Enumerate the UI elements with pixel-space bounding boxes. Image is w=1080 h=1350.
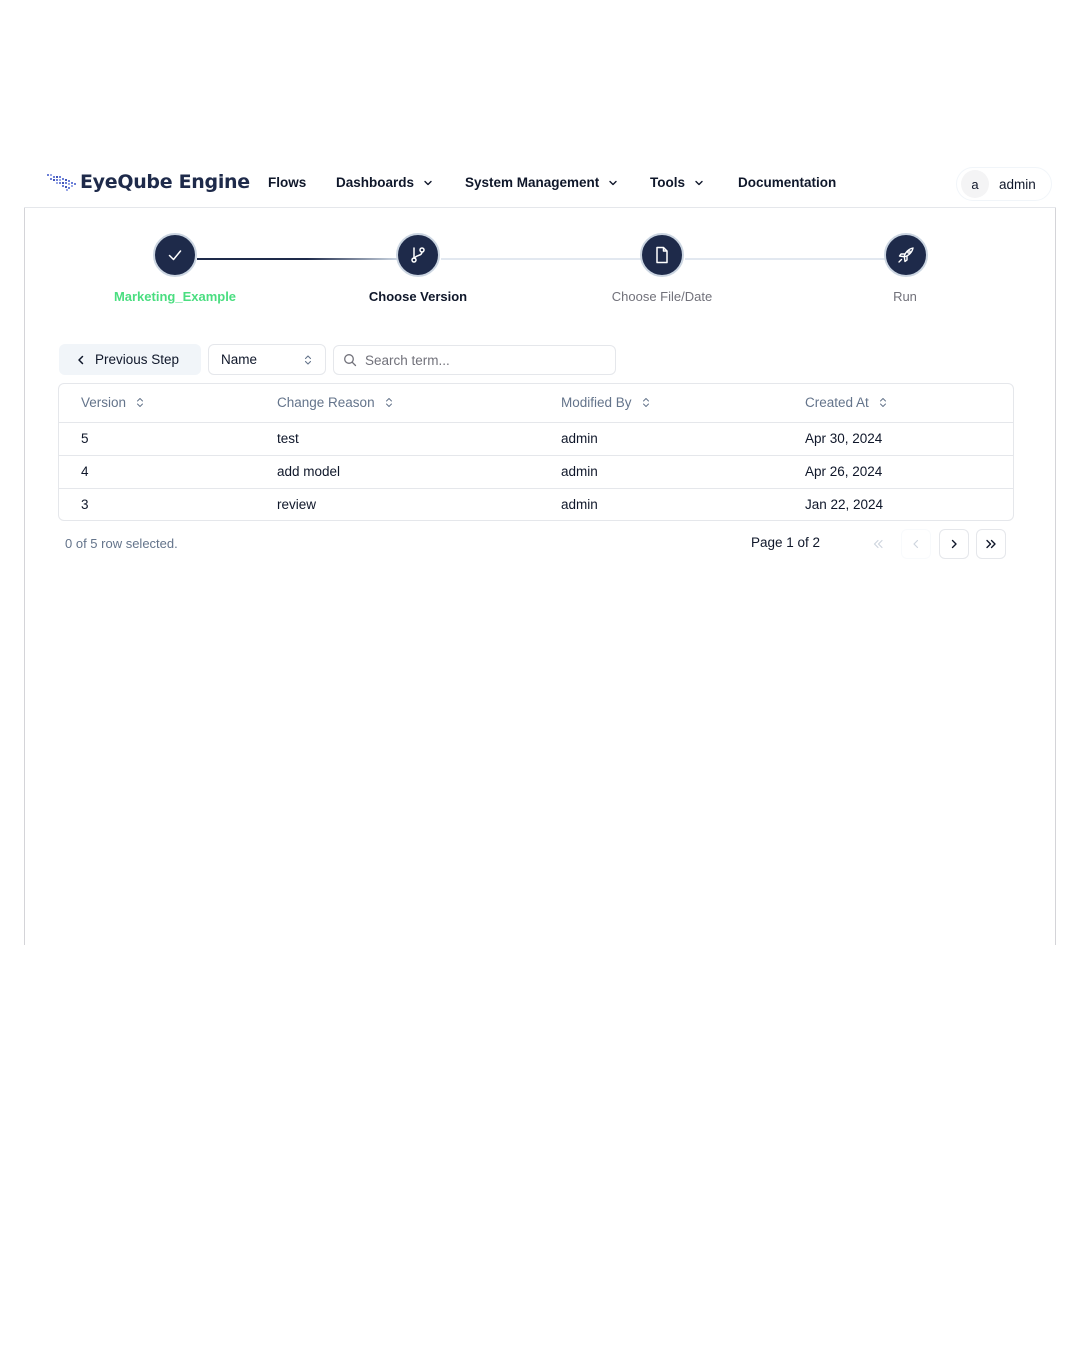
previous-step-label: Previous Step	[95, 352, 180, 367]
stepper-connector-3	[685, 258, 885, 260]
step-3-label: Choose File/Date	[611, 289, 713, 304]
cell-version: 5	[81, 431, 89, 446]
step-2-label: Choose Version	[368, 289, 468, 304]
sort-icon	[879, 398, 886, 407]
cell-created-at: Apr 30, 2024	[805, 431, 883, 446]
previous-page-button[interactable]	[901, 529, 931, 559]
search-field-select-value: Name	[221, 352, 258, 367]
column-header-label: Created At	[805, 395, 869, 410]
chevron-down-icon	[695, 180, 703, 185]
chevron-up-down-icon	[304, 355, 312, 365]
avatar: a	[961, 170, 989, 198]
previous-step-button[interactable]: Previous Step	[59, 344, 201, 375]
column-header-modified-by[interactable]: Modified By	[561, 395, 650, 410]
cell-version: 3	[81, 497, 89, 512]
stepper-connector-1	[197, 258, 397, 260]
step-4-label: Run	[893, 289, 917, 304]
step-4-circle[interactable]	[884, 233, 928, 277]
column-header-version[interactable]: Version	[81, 395, 144, 410]
brand-name: EyeQube Engine	[80, 171, 250, 193]
nav-system-management-label: System Management	[465, 175, 600, 190]
search-input[interactable]	[365, 352, 605, 368]
chevrons-right-icon	[986, 539, 996, 549]
column-header-label: Change Reason	[277, 395, 375, 410]
table-header-row: Version Change Reason Modified By Create…	[59, 384, 1013, 422]
nav-system-management[interactable]: System Management	[465, 175, 618, 190]
chevrons-left-icon	[873, 539, 883, 549]
nav-documentation[interactable]: Documentation	[738, 175, 836, 190]
chevron-down-icon	[609, 180, 617, 185]
nav-documentation-label: Documentation	[738, 175, 837, 190]
nav-tools-label: Tools	[650, 175, 685, 190]
brand-logo[interactable]: EyeQube Engine	[46, 171, 250, 193]
cell-modified-by: admin	[561, 431, 598, 446]
selection-count: 0 of 5 row selected.	[65, 536, 178, 551]
check-icon	[168, 250, 182, 261]
versions-table: Version Change Reason Modified By Create…	[58, 383, 1014, 521]
table-row[interactable]: 4 add model admin Apr 26, 2024	[59, 455, 1013, 488]
git-branch-icon	[411, 247, 425, 263]
last-page-button[interactable]	[976, 529, 1006, 559]
chevron-left-icon	[913, 539, 919, 549]
step-1-circle[interactable]	[153, 233, 197, 277]
nav-tools[interactable]: Tools	[650, 175, 704, 190]
cell-created-at: Jan 22, 2024	[805, 497, 884, 512]
cell-modified-by: admin	[561, 497, 598, 512]
chevron-left-icon	[78, 355, 84, 364]
chevron-right-icon	[951, 539, 957, 549]
column-header-label: Modified By	[561, 395, 632, 410]
sort-icon	[385, 398, 392, 407]
rocket-icon	[898, 247, 914, 263]
column-header-created-at[interactable]: Created At	[805, 395, 887, 410]
user-name: admin	[999, 176, 1036, 192]
nav-dashboards-label: Dashboards	[336, 175, 415, 190]
column-header-label: Version	[81, 395, 127, 410]
first-page-button[interactable]	[863, 529, 893, 559]
nav-flows-label: Flows	[268, 175, 307, 190]
cell-modified-by: admin	[561, 464, 598, 479]
table-row[interactable]: 3 review admin Jan 22, 2024	[59, 488, 1013, 520]
cell-change-reason: add model	[277, 464, 341, 479]
cell-created-at: Apr 26, 2024	[805, 464, 883, 479]
user-menu[interactable]: a admin	[956, 167, 1052, 201]
step-3-circle[interactable]	[640, 233, 684, 277]
step-2-circle[interactable]	[396, 233, 440, 277]
search-field-select[interactable]: Name	[208, 344, 326, 375]
table-row[interactable]: 5 test admin Apr 30, 2024	[59, 422, 1013, 455]
page-indicator: Page 1 of 2	[751, 535, 821, 550]
cell-change-reason: review	[277, 497, 317, 512]
column-header-change-reason[interactable]: Change Reason	[277, 395, 393, 410]
stepper-connector-2	[441, 258, 641, 260]
cell-change-reason: test	[277, 431, 299, 446]
sort-icon	[642, 398, 649, 407]
next-page-button[interactable]	[939, 529, 969, 559]
app-frame	[24, 208, 1056, 945]
file-icon	[656, 246, 668, 264]
nav-flows[interactable]: Flows	[268, 175, 306, 190]
cell-version: 4	[81, 464, 89, 479]
nav-dashboards[interactable]: Dashboards	[336, 175, 433, 190]
search-icon	[344, 354, 357, 367]
step-1-label: Marketing_Example	[113, 289, 237, 304]
chevron-down-icon	[424, 180, 432, 185]
search-box[interactable]	[333, 345, 616, 375]
top-navbar: EyeQube Engine Flows Dashboards System M…	[24, 160, 1056, 208]
logo-icon	[47, 174, 76, 191]
sort-icon	[137, 398, 144, 407]
